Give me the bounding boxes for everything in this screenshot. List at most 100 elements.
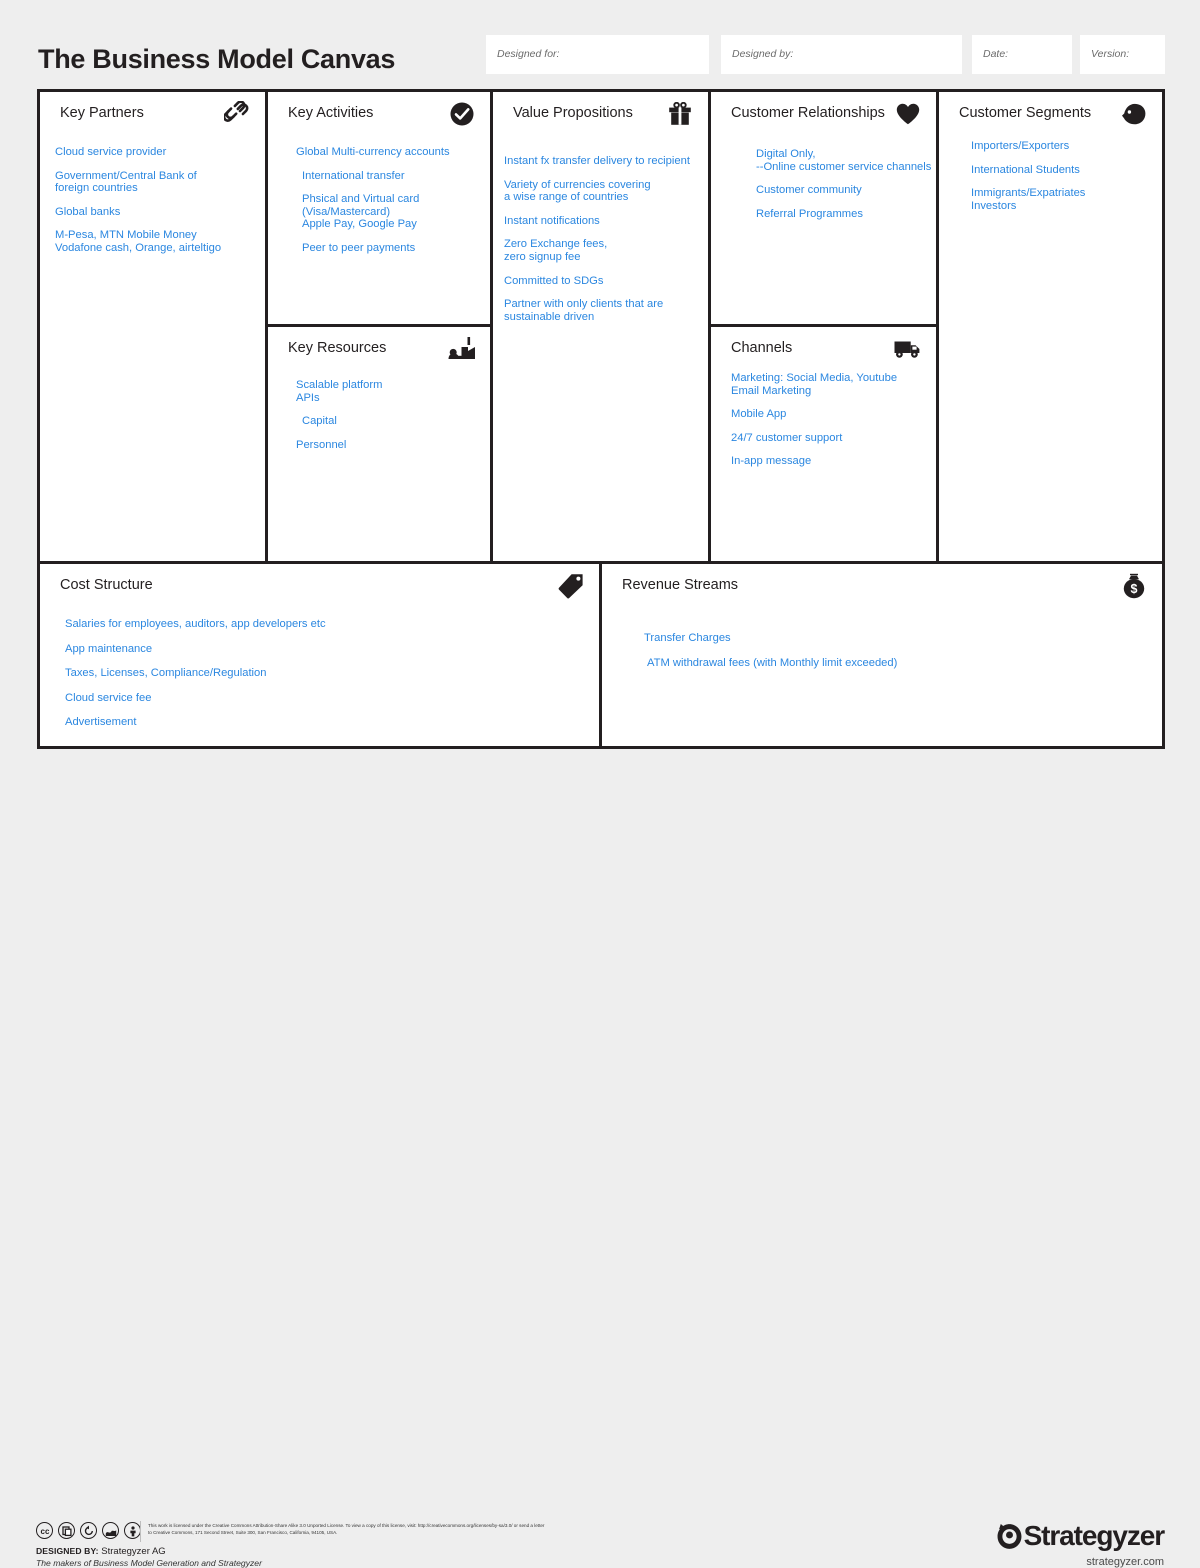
note-item[interactable]: International Students xyxy=(971,164,1161,177)
block-cost-structure[interactable]: Cost Structure Salaries for employees, a… xyxy=(40,564,599,746)
canvas-header: The Business Model Canvas Designed for: … xyxy=(0,0,1200,88)
block-title-key-resources: Key Resources xyxy=(288,340,387,356)
notes-key-resources: Scalable platform APIs Capital Personnel xyxy=(296,379,486,462)
note-item[interactable]: Marketing: Social Media, Youtube Email M… xyxy=(731,372,936,397)
date-label: Date: xyxy=(983,48,1009,60)
block-key-resources[interactable]: Key Resources Scalable platform APIs Cap… xyxy=(268,327,490,561)
designed-by-credit-value: Strategyzer AG xyxy=(101,1546,166,1557)
svg-text:cc: cc xyxy=(40,1527,49,1536)
block-key-activities[interactable]: Key Activities Global Multi-currency acc… xyxy=(268,92,490,324)
block-header-key-resources: Key Resources xyxy=(268,327,490,373)
block-title-key-activities: Key Activities xyxy=(288,105,374,121)
note-item[interactable]: Zero Exchange fees, zero signup fee xyxy=(504,238,708,263)
designed-by-label: Designed by: xyxy=(732,48,794,60)
notes-value-propositions: Instant fx transfer delivery to recipien… xyxy=(504,155,708,334)
note-item[interactable]: Immigrants/Expatriates Investors xyxy=(971,187,1161,212)
cc-share-alike-icon xyxy=(80,1522,97,1539)
head-profile-icon xyxy=(1120,100,1148,128)
strategyzer-wordmark: Strategyzer xyxy=(1023,1520,1166,1551)
version-field[interactable]: Version: xyxy=(1080,35,1165,74)
license-text: This work is licensed under the Creative… xyxy=(148,1523,545,1536)
block-revenue-streams[interactable]: Revenue Streams $ Transfer Charges ATM w… xyxy=(602,564,1162,746)
note-item[interactable]: Advertisement xyxy=(65,716,585,729)
note-item[interactable]: Digital Only, --Online customer service … xyxy=(756,148,936,173)
note-item[interactable]: Referral Programmes xyxy=(756,208,936,221)
block-header-cost-structure: Cost Structure xyxy=(40,564,599,610)
note-item[interactable]: Cloud service provider xyxy=(55,146,255,159)
business-model-canvas-grid: Key Partners Cloud service provider Gove… xyxy=(37,89,1165,749)
note-item[interactable]: Global Multi-currency accounts xyxy=(296,146,486,159)
footer-divider xyxy=(140,1521,141,1542)
delivery-truck-icon xyxy=(894,335,922,363)
notes-customer-segments: Importers/Exporters International Studen… xyxy=(971,140,1161,223)
note-item[interactable]: Personnel xyxy=(296,439,486,452)
note-item[interactable]: Importers/Exporters xyxy=(971,140,1161,153)
makers-line: The makers of Business Model Generation … xyxy=(36,1558,262,1568)
notes-customer-relationships: Digital Only, --Online customer service … xyxy=(756,148,936,231)
note-item[interactable]: ATM withdrawal fees (with Monthly limit … xyxy=(647,657,1144,670)
price-tag-icon xyxy=(557,572,585,600)
notes-revenue-streams: Transfer Charges ATM withdrawal fees (wi… xyxy=(644,632,1144,681)
note-item[interactable]: Committed to SDGs xyxy=(504,275,708,288)
page-title: The Business Model Canvas xyxy=(38,44,396,74)
notes-key-partners: Cloud service provider Government/Centra… xyxy=(55,146,255,266)
note-item[interactable]: Salaries for employees, auditors, app de… xyxy=(65,618,585,631)
cc-icon: cc xyxy=(36,1522,53,1539)
note-item[interactable]: Instant notifications xyxy=(504,215,708,228)
strategyzer-url: strategyzer.com xyxy=(1086,1556,1164,1568)
note-item[interactable]: Capital xyxy=(302,415,486,428)
canvas-footer: cc This work is licensed under the Creat… xyxy=(0,752,1200,1568)
note-item[interactable]: Cloud service fee xyxy=(65,692,585,705)
note-item[interactable]: Customer community xyxy=(756,184,936,197)
note-item[interactable]: 24/7 customer support xyxy=(731,432,936,445)
note-item[interactable]: App maintenance xyxy=(65,643,585,656)
check-circle-icon xyxy=(448,100,476,128)
strategyzer-logo: Strategyzer xyxy=(996,1520,1166,1552)
note-item[interactable]: Government/Central Bank of foreign count… xyxy=(55,170,255,195)
svg-text:$: $ xyxy=(1131,582,1138,596)
gift-icon xyxy=(666,100,694,128)
block-value-propositions[interactable]: Value Propositions Instant fx transfer d… xyxy=(493,92,708,561)
date-field[interactable]: Date: xyxy=(972,35,1072,74)
designed-for-field[interactable]: Designed for: xyxy=(486,35,709,74)
block-title-cost-structure: Cost Structure xyxy=(60,577,153,593)
note-item[interactable]: Variety of currencies covering a wise ra… xyxy=(504,179,708,204)
strategyzer-owl-icon xyxy=(997,1523,1022,1549)
notes-cost-structure: Salaries for employees, auditors, app de… xyxy=(65,618,585,741)
block-title-key-partners: Key Partners xyxy=(60,105,144,121)
note-item[interactable]: Mobile App xyxy=(731,408,936,421)
heart-icon xyxy=(894,100,922,128)
cc-by-person-icon xyxy=(124,1522,141,1539)
block-title-channels: Channels xyxy=(731,340,793,356)
cc-remix-icon xyxy=(102,1522,119,1539)
block-title-customer-segments: Customer Segments xyxy=(959,105,1092,121)
block-title-value-propositions: Value Propositions xyxy=(513,105,633,121)
note-item[interactable]: M-Pesa, MTN Mobile Money Vodafone cash, … xyxy=(55,229,255,254)
note-item[interactable]: Partner with only clients that are susta… xyxy=(504,298,708,323)
note-item[interactable]: Global banks xyxy=(55,206,255,219)
note-item[interactable]: Phsical and Virtual card (Visa/Mastercar… xyxy=(302,193,486,231)
block-channels[interactable]: Channels Marketing: Social Media, Youtub… xyxy=(711,327,936,561)
note-item[interactable]: Peer to peer payments xyxy=(302,242,486,255)
block-key-partners[interactable]: Key Partners Cloud service provider Gove… xyxy=(40,92,265,561)
designed-by-credit: DESIGNED BY: Strategyzer AG xyxy=(36,1546,166,1557)
block-customer-segments[interactable]: Customer Segments Importers/Exporters In… xyxy=(939,92,1162,561)
version-label: Version: xyxy=(1091,48,1130,60)
block-header-value-propositions: Value Propositions xyxy=(493,92,708,138)
factory-worker-icon xyxy=(448,335,476,363)
note-item[interactable]: Scalable platform APIs xyxy=(296,379,486,404)
note-item[interactable]: In-app message xyxy=(731,455,936,468)
creative-commons-icons: cc xyxy=(36,1522,141,1539)
note-item[interactable]: Transfer Charges xyxy=(644,632,1144,645)
cc-copy-icon xyxy=(58,1522,75,1539)
link-chain-icon xyxy=(223,100,251,128)
designed-by-field[interactable]: Designed by: xyxy=(721,35,962,74)
note-item[interactable]: Instant fx transfer delivery to recipien… xyxy=(504,155,708,168)
block-header-channels: Channels xyxy=(711,327,936,373)
money-bag-icon: $ xyxy=(1120,572,1148,600)
block-title-customer-relationships: Customer Relationships xyxy=(731,105,885,121)
note-item[interactable]: Taxes, Licenses, Compliance/Regulation xyxy=(65,667,585,680)
block-customer-relationships[interactable]: Customer Relationships Digital Only, --O… xyxy=(711,92,936,324)
notes-channels: Marketing: Social Media, Youtube Email M… xyxy=(731,372,936,479)
note-item[interactable]: International transfer xyxy=(302,170,486,183)
